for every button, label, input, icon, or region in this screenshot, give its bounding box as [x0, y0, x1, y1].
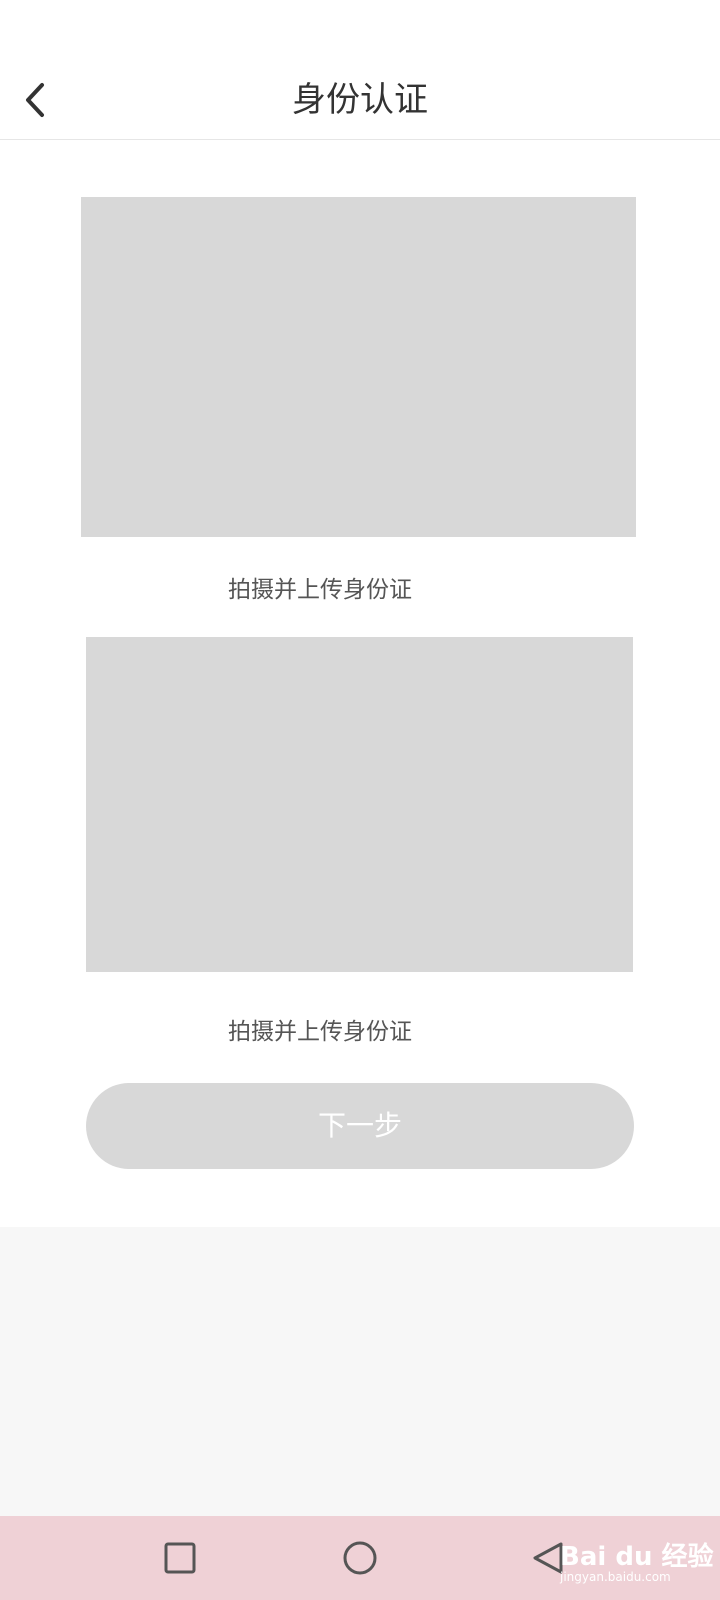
status-bar	[0, 0, 720, 60]
page-title: 身份认证	[292, 80, 428, 120]
next-step-button[interactable]: 下一步	[86, 1083, 634, 1169]
back-button[interactable]	[10, 74, 62, 126]
circle-icon	[343, 1541, 377, 1575]
id-front-upload-label: 拍摄并上传身份证	[228, 577, 412, 603]
content-area: 拍摄并上传身份证 拍摄并上传身份证 下一步	[0, 140, 720, 1227]
recent-apps-button[interactable]	[152, 1530, 208, 1586]
home-button[interactable]	[332, 1530, 388, 1586]
id-front-photo-slot[interactable]	[81, 197, 636, 537]
id-back-upload-label: 拍摄并上传身份证	[228, 1019, 412, 1045]
header: 身份认证	[0, 60, 720, 140]
id-back-photo-slot[interactable]	[86, 637, 633, 972]
square-icon	[164, 1542, 196, 1574]
chevron-left-icon	[26, 83, 44, 117]
watermark-brand: Bai du 经验	[560, 1542, 714, 1572]
watermark-url: jingyan.baidu.com	[560, 1570, 671, 1584]
baidu-jingyan-watermark: Bai du 经验 jingyan.baidu.com	[560, 1530, 714, 1590]
